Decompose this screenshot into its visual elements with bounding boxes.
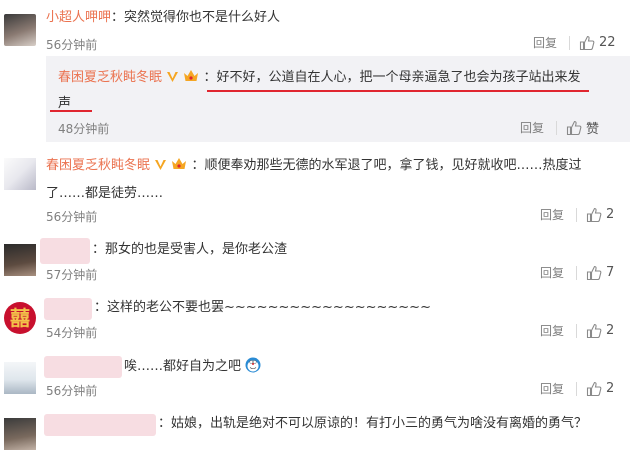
thumbs-up-icon xyxy=(586,323,602,338)
avatar-glyph: 囍 xyxy=(10,306,30,330)
divider xyxy=(576,381,578,396)
comment-actions: 回复 2 xyxy=(540,380,614,397)
reply-button[interactable]: 回复 xyxy=(533,34,557,51)
comment-text: ：好不好，公道自在人心，把一个母亲逼急了也会为孩子站出来发 xyxy=(203,70,581,85)
comment-text: ：那女的也是受害人，是你老公渣 xyxy=(92,242,288,257)
like-label: 赞 xyxy=(586,122,600,137)
thumbs-up-icon xyxy=(586,381,602,396)
reply-button[interactable]: 回复 xyxy=(540,264,564,281)
comment-actions: 回复 22 xyxy=(533,34,616,51)
comment-text: ：这样的老公不要也罢~~~~~~~~~~~~~~~~~~~ xyxy=(94,300,431,315)
reply-button[interactable]: 回复 xyxy=(540,322,564,339)
reply-button[interactable]: 回复 xyxy=(540,380,564,397)
divider xyxy=(576,323,578,338)
verified-v-icon xyxy=(167,72,179,82)
like-button[interactable]: 2 xyxy=(586,381,614,397)
comment-actions: 回复 7 xyxy=(540,264,614,281)
thumbs-up-icon xyxy=(586,207,602,222)
thumbs-up-icon xyxy=(566,120,582,135)
like-count: 22 xyxy=(599,35,616,50)
comment-time: 56分钟前 xyxy=(46,384,98,398)
comment-text: ：突然觉得你也不是什么好人 xyxy=(111,10,281,25)
highlight-underline xyxy=(207,90,589,92)
blurred-username xyxy=(44,356,122,378)
comment-time: 54分钟前 xyxy=(46,326,98,340)
like-button[interactable]: 赞 xyxy=(566,118,599,137)
like-button[interactable]: 22 xyxy=(579,35,616,51)
comment-text-continued: 了……都是徒劳…… xyxy=(46,186,164,201)
like-count: 2 xyxy=(606,207,615,222)
comment-time: 56分钟前 xyxy=(46,38,98,52)
reply-button[interactable]: 回复 xyxy=(540,206,564,223)
comment-actions: 回复 2 xyxy=(540,322,614,339)
avatar[interactable] xyxy=(4,362,36,394)
comment-actions: 回复 赞 xyxy=(520,118,599,137)
blurred-username xyxy=(40,238,90,264)
avatar[interactable] xyxy=(4,14,36,46)
reply-button[interactable]: 回复 xyxy=(520,119,544,136)
divider xyxy=(556,120,558,135)
like-count: 7 xyxy=(606,265,615,280)
comment-time: 48分钟前 xyxy=(58,122,110,136)
divider xyxy=(576,207,578,222)
highlight-underline xyxy=(50,110,92,112)
username-link[interactable]: 小超人呷呷 xyxy=(46,10,111,25)
username-link[interactable]: 春困夏乏秋盹冬眠 xyxy=(58,70,162,85)
avatar[interactable]: 囍 xyxy=(4,302,36,334)
crown-badge-icon xyxy=(172,158,187,169)
blurred-username xyxy=(44,414,156,436)
like-button[interactable]: 2 xyxy=(586,323,614,339)
username-link[interactable]: 春困夏乏秋盹冬眠 xyxy=(46,158,150,173)
avatar[interactable] xyxy=(4,244,36,276)
thumbs-up-icon xyxy=(586,265,602,280)
like-button[interactable]: 7 xyxy=(586,265,614,281)
comment-time: 56分钟前 xyxy=(46,210,98,224)
verified-v-icon xyxy=(155,160,167,170)
divider xyxy=(569,35,571,50)
like-button[interactable]: 2 xyxy=(586,207,614,223)
comment-text: ：姑娘，出轨是绝对不可以原谅的！有打小三的勇气为啥没有离婚的勇气？ xyxy=(158,416,588,431)
comment-text: ：顺便奉劝那些无德的水军退了吧，拿了钱，见好就收吧……热度过 xyxy=(191,158,582,173)
blurred-username xyxy=(44,298,92,320)
like-count: 2 xyxy=(606,381,615,396)
like-count: 2 xyxy=(606,323,615,338)
doraemon-emoji-icon xyxy=(245,357,261,373)
comment-text: 唉……都好自为之吧 xyxy=(124,359,242,374)
divider xyxy=(576,265,578,280)
crown-badge-icon xyxy=(184,70,199,81)
avatar[interactable] xyxy=(4,158,36,190)
comment-time: 57分钟前 xyxy=(46,268,98,282)
thumbs-up-icon xyxy=(579,35,595,50)
avatar[interactable] xyxy=(4,418,36,450)
comment-actions: 回复 2 xyxy=(540,206,614,223)
